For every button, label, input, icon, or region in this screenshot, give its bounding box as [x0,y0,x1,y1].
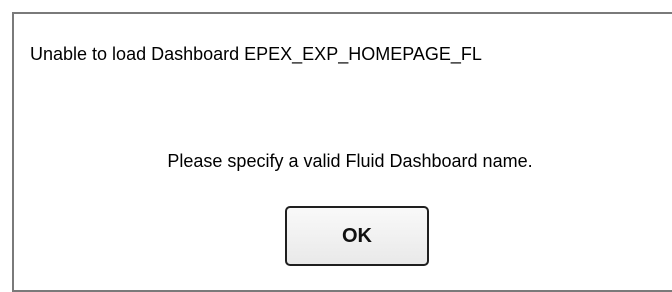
dialog-message: Please specify a valid Fluid Dashboard n… [167,151,533,171]
dialog-title: Unable to load Dashboard EPEX_EXP_HOMEPA… [30,44,482,64]
ok-button[interactable]: OK [285,206,429,266]
error-dialog: Unable to load Dashboard EPEX_EXP_HOMEPA… [12,12,672,292]
